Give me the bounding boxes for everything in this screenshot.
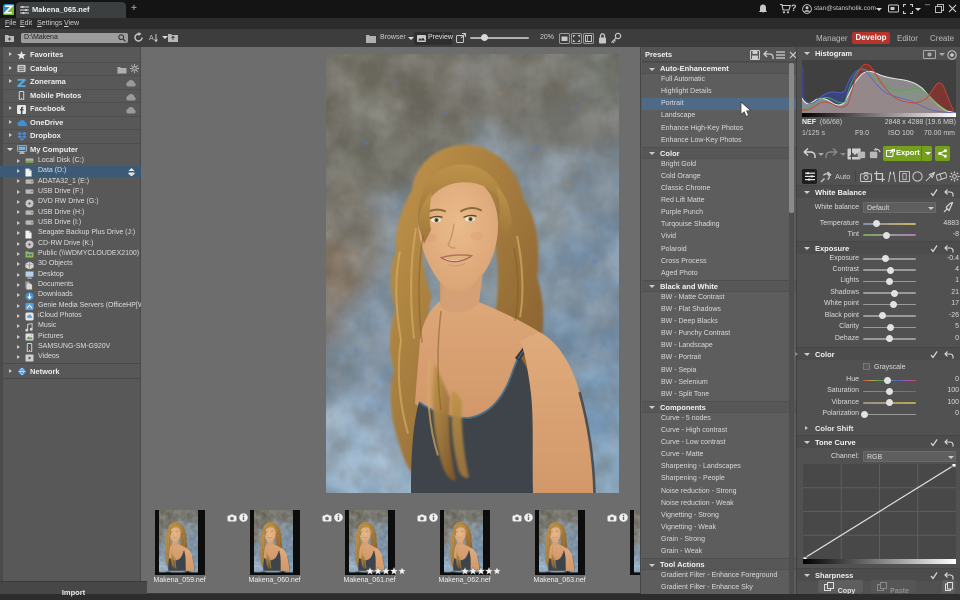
svg-text:A: A: [149, 35, 154, 42]
